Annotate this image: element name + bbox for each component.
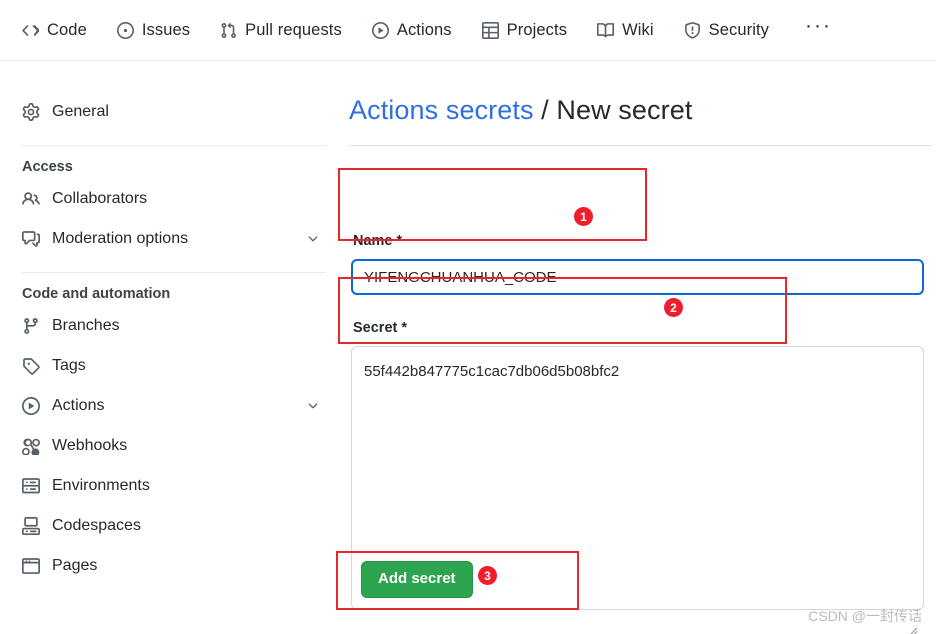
shield-icon — [684, 21, 701, 39]
code-icon — [22, 22, 39, 39]
sidebar-item-actions[interactable]: Actions — [0, 386, 340, 426]
book-icon — [597, 22, 615, 39]
sidebar-item-general-label: General — [52, 103, 109, 120]
nav-tab-security-label: Security — [708, 20, 770, 39]
breadcrumb-link-actions-secrets[interactable]: Actions secrets — [349, 95, 534, 125]
sidebar-item-codespaces[interactable]: Codespaces — [0, 506, 340, 546]
nav-tab-issues[interactable]: Issues — [116, 20, 191, 40]
nav-tab-actions[interactable]: Actions — [371, 20, 452, 40]
nav-tab-wiki-label: Wiki — [622, 20, 654, 39]
annotation-box-2 — [338, 277, 787, 344]
sidebar-item-codespaces-label: Codespaces — [52, 517, 141, 534]
nav-overflow-menu-button[interactable]: ··· — [805, 13, 833, 38]
git-pull-request-icon — [220, 22, 237, 39]
sidebar-divider-1 — [22, 145, 326, 146]
people-icon — [22, 190, 40, 208]
comment-discussion-icon — [22, 230, 40, 248]
sidebar-item-pages[interactable]: Pages — [0, 546, 340, 586]
sidebar-item-pages-label: Pages — [52, 557, 98, 574]
annotation-box-1 — [338, 168, 647, 241]
nav-tab-security[interactable]: Security — [684, 21, 769, 40]
codespaces-icon — [22, 517, 40, 535]
nav-tab-projects[interactable]: Projects — [481, 20, 568, 40]
nav-tab-actions-label: Actions — [396, 20, 452, 39]
page-title: Actions secrets / New secret — [349, 95, 692, 126]
textarea-resize-handle[interactable] — [906, 625, 918, 634]
sidebar-item-branches-label: Branches — [52, 317, 120, 334]
sidebar-item-tags[interactable]: Tags — [0, 346, 340, 386]
sidebar-item-moderation-options[interactable]: Moderation options — [0, 219, 340, 259]
annotation-badge-3: 3 — [478, 566, 497, 585]
sidebar-group-access-title: Access — [22, 159, 73, 175]
issue-opened-icon — [116, 21, 134, 39]
sidebar-divider-2 — [22, 272, 326, 273]
gear-icon — [22, 103, 40, 121]
play-icon — [22, 397, 40, 415]
new-secret-form-panel: Actions secrets / New secret Name * Secr… — [340, 61, 936, 634]
repo-navigation-bar: Code Issues Pull requests Actions Projec — [0, 0, 936, 61]
server-icon — [22, 477, 40, 495]
nav-tab-pull-requests-label: Pull requests — [245, 20, 342, 39]
chevron-down-icon[interactable] — [306, 232, 320, 246]
sidebar-item-environments[interactable]: Environments — [0, 466, 340, 506]
nav-tab-code[interactable]: Code — [22, 21, 87, 40]
github-repo-settings-page: Code Issues Pull requests Actions Projec — [0, 0, 936, 634]
sidebar-item-branches[interactable]: Branches — [0, 306, 340, 346]
nav-tab-issues-label: Issues — [141, 20, 191, 39]
breadcrumb-separator: / — [533, 95, 557, 125]
nav-tab-wiki[interactable]: Wiki — [597, 21, 654, 40]
tag-icon — [22, 357, 40, 375]
table-icon — [481, 21, 499, 39]
settings-sidebar: General Access Collaborators Moderation … — [0, 61, 340, 634]
chevron-down-icon[interactable] — [306, 399, 320, 413]
git-branch-icon — [22, 317, 40, 335]
nav-tab-code-label: Code — [47, 20, 87, 39]
sidebar-item-environments-label: Environments — [52, 477, 150, 494]
sidebar-group-code-automation-title: Code and automation — [22, 286, 171, 302]
nav-tab-pull-requests[interactable]: Pull requests — [220, 21, 342, 40]
sidebar-item-general[interactable]: General — [0, 92, 340, 132]
watermark: CSDN @一封传话 — [808, 608, 922, 624]
play-icon — [371, 21, 389, 39]
sidebar-item-moderation-options-label: Moderation options — [52, 230, 189, 247]
sidebar-item-actions-label: Actions — [52, 397, 105, 414]
sidebar-item-webhooks[interactable]: Webhooks — [0, 426, 340, 466]
breadcrumb-current: New secret — [556, 95, 693, 125]
annotation-badge-2: 2 — [664, 298, 683, 317]
annotation-badge-1: 1 — [574, 207, 593, 226]
sidebar-item-webhooks-label: Webhooks — [52, 437, 128, 454]
kebab-horizontal-icon: ··· — [805, 13, 833, 37]
nav-tab-projects-label: Projects — [506, 20, 568, 39]
webhook-icon — [22, 437, 40, 455]
sidebar-item-collaborators[interactable]: Collaborators — [0, 179, 340, 219]
annotation-box-3 — [336, 551, 579, 610]
sidebar-item-collaborators-label: Collaborators — [52, 190, 148, 207]
sidebar-item-tags-label: Tags — [52, 357, 86, 374]
browser-icon — [22, 557, 40, 575]
